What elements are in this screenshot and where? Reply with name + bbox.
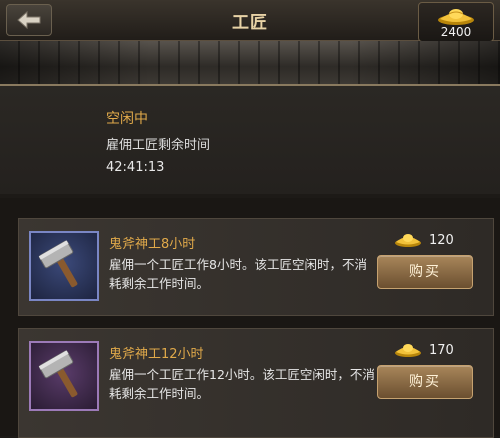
purchase-list: 鬼斧神工8小时 雇佣一个工匠工作8小时。该工匠空闲时，不消耗剩余工作时间。 12… bbox=[0, 198, 500, 438]
buy-button[interactable]: 购买 bbox=[377, 255, 473, 289]
item-description: 雇佣一个工匠工作8小时。该工匠空闲时，不消耗剩余工作时间。 bbox=[109, 257, 367, 291]
buy-button[interactable]: 购买 bbox=[377, 365, 473, 399]
status-subtitle: 雇佣工匠剩余时间 bbox=[106, 138, 211, 153]
item-icon-frame bbox=[29, 231, 99, 301]
gold-amount: 2400 bbox=[440, 25, 472, 39]
top-bar: 工匠 2400 bbox=[0, 0, 500, 42]
item-name: 鬼斧神工12小时 bbox=[109, 347, 204, 362]
gold-display[interactable]: 2400 bbox=[418, 2, 494, 42]
list-item: 鬼斧神工8小时 雇佣一个工匠工作8小时。该工匠空闲时，不消耗剩余工作时间。 12… bbox=[18, 218, 494, 316]
hammer-icon bbox=[38, 350, 78, 398]
item-icon-frame bbox=[29, 341, 99, 411]
item-price: 120 bbox=[429, 233, 454, 248]
list-item: 鬼斧神工12小时 雇佣一个工匠工作12小时。该工匠空闲时，不消耗剩余工作时间。 … bbox=[18, 328, 494, 438]
status-title: 空闲中 bbox=[106, 111, 148, 127]
item-price: 170 bbox=[429, 343, 454, 358]
gold-ingot-icon bbox=[395, 234, 421, 247]
hammer-icon bbox=[38, 240, 78, 288]
status-panel: 空闲中 雇佣工匠剩余时间 42:41:13 bbox=[0, 86, 500, 194]
status-time-left: 42:41:13 bbox=[106, 160, 165, 175]
banner-shade bbox=[0, 41, 500, 84]
item-description: 雇佣一个工匠工作12小时。该工匠空闲时，不消耗剩余工作时间。 bbox=[109, 367, 375, 401]
item-name: 鬼斧神工8小时 bbox=[109, 237, 196, 252]
workshop-banner bbox=[0, 41, 500, 86]
gold-ingot-icon bbox=[438, 9, 474, 25]
gold-ingot-icon bbox=[395, 344, 421, 357]
